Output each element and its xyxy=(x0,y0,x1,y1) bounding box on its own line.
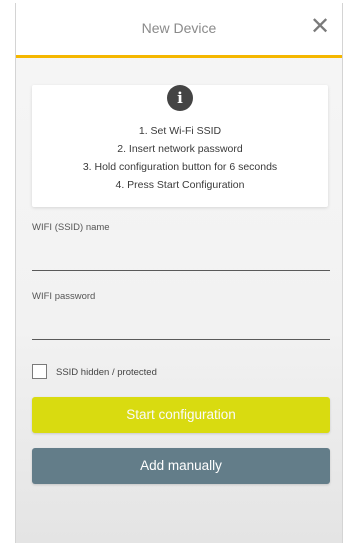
instruction-step: 4. Press Start Configuration xyxy=(115,179,245,191)
ssid-input[interactable] xyxy=(32,246,334,270)
instructions-list: 1. Set Wi-Fi SSID 2. Insert network pass… xyxy=(32,122,328,194)
password-underline xyxy=(32,339,330,340)
close-icon[interactable]: ✕ xyxy=(310,15,330,39)
password-input[interactable] xyxy=(32,316,334,340)
info-icon: i xyxy=(167,85,193,111)
instruction-step: 1. Set Wi-Fi SSID xyxy=(138,125,222,137)
dialog-header: New Device ✕ xyxy=(16,3,342,58)
ssid-label: WIFI (SSID) name xyxy=(32,222,110,233)
ssid-underline xyxy=(32,270,330,271)
add-manually-button[interactable]: Add manually xyxy=(32,448,330,484)
ssid-hidden-checkbox[interactable] xyxy=(32,364,47,379)
dialog-title: New Device xyxy=(141,20,217,36)
instructions-card: i 1. Set Wi-Fi SSID 2. Insert network pa… xyxy=(32,85,328,207)
instruction-step: 3. Hold configuration button for 6 secon… xyxy=(82,161,278,173)
password-label: WIFI password xyxy=(32,291,96,302)
ssid-hidden-label[interactable]: SSID hidden / protected xyxy=(56,367,157,378)
new-device-dialog: New Device ✕ i 1. Set Wi-Fi SSID 2. Inse… xyxy=(15,3,343,543)
start-configuration-button[interactable]: Start configuration xyxy=(32,397,330,433)
instruction-step: 2. Insert network password xyxy=(117,143,243,155)
